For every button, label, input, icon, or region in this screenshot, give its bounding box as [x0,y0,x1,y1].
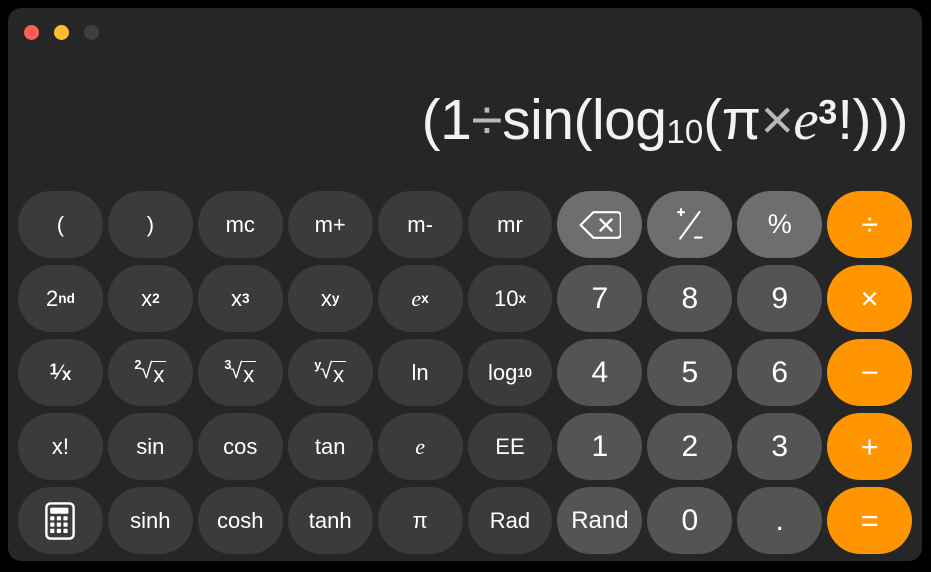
minimize-window-button[interactable] [54,25,69,40]
calculator-display[interactable]: (1÷sin(log10(π×e3!))) [8,54,922,188]
key-cosine[interactable]: cos [197,413,283,480]
key-x-to-the-y[interactable]: xy [287,265,373,332]
key-x-squared[interactable]: x2 [107,265,193,332]
key-multiply[interactable]: × [827,265,913,332]
key-pi[interactable]: π [377,487,463,554]
key-e-to-the-x[interactable]: ex [377,265,463,332]
key-log-base-10[interactable]: log 10 [467,339,553,406]
key-plus-minus[interactable] [647,191,733,258]
key-radians[interactable]: Rad [467,487,553,554]
keypad-row: sinh cosh tanh π Rad Rand 0. = [18,487,913,554]
delete-icon [579,210,621,240]
key-delete[interactable] [557,191,643,258]
key-reciprocal[interactable]: 1⁄x [18,339,103,406]
key-zero[interactable]: 0 [647,487,733,554]
key-decimal-point[interactable]: . [737,487,823,554]
display-expression: (1÷sin(log10(π×e3!))) [421,88,909,153]
key-six[interactable]: 6 [737,339,823,406]
key-factorial[interactable]: x! [18,413,103,480]
key-sine[interactable]: sin [107,413,193,480]
window-titlebar[interactable] [8,8,922,54]
key-memory-add[interactable]: m+ [287,191,373,258]
key-memory-recall[interactable]: mr [467,191,553,258]
keypad-row: 1⁄x 2 √ x 3 √ x y √ x ln log 10 4 5 6− [18,339,913,406]
key-seven[interactable]: 7 [557,265,643,332]
key-hyperbolic-sine[interactable]: sinh [107,487,193,554]
key-exponent-ee[interactable]: EE [467,413,553,480]
key-memory-clear[interactable]: mc [197,191,283,258]
key-ten-to-the-x[interactable]: 10 x [467,265,553,332]
key-memory-subtract[interactable]: m- [377,191,463,258]
key-percent[interactable]: % [737,191,823,258]
app-root: (1÷sin(log10(π×e3!))) () mc m+ m-mr% ÷ 2nd x 2 x… [0,0,931,572]
key-natural-log[interactable]: ln [377,339,463,406]
key-two[interactable]: 2 [647,413,733,480]
key-calculator-mode[interactable] [18,487,103,554]
close-window-button[interactable] [24,25,39,40]
key-x-cubed[interactable]: x3 [197,265,283,332]
key-subtract[interactable]: − [827,339,913,406]
keypad-row: 2nd x 2 x 3 x y e x 10 x 7 8 9 × [18,265,913,332]
zoom-window-button[interactable] [84,25,99,40]
key-second[interactable]: 2nd [18,265,103,332]
key-three[interactable]: 3 [737,413,823,480]
key-four[interactable]: 4 [557,339,643,406]
keypad-row: () mc m+ m-mr% ÷ [18,191,913,258]
key-divide[interactable]: ÷ [827,191,913,258]
key-equals[interactable]: = [827,487,913,554]
key-cube-root[interactable]: 3 √ x [197,339,283,406]
key-hyperbolic-tan[interactable]: tanh [287,487,373,554]
plus-minus-icon [675,207,705,242]
key-tangent[interactable]: tan [287,413,373,480]
key-random[interactable]: Rand [557,487,643,554]
key-nine[interactable]: 9 [737,265,823,332]
calculator-icon [45,501,76,540]
key-five[interactable]: 5 [647,339,733,406]
key-eight[interactable]: 8 [647,265,733,332]
key-euler-e[interactable]: e [377,413,463,480]
key-hyperbolic-cos[interactable]: cosh [197,487,283,554]
key-square-root[interactable]: 2 √ x [107,339,193,406]
calculator-window: (1÷sin(log10(π×e3!))) () mc m+ m-mr% ÷ 2nd x 2 x… [8,8,922,561]
key-add[interactable]: + [827,413,913,480]
key-close-paren[interactable]: ) [107,191,193,258]
calculator-keypad: () mc m+ m-mr% ÷ 2nd x 2 x 3 x y e x 10 x 7 8 9 × 1⁄x 2 √ x 3 √ x y… [18,191,913,556]
keypad-row: x! sin cos tan e EE 1 2 3 + [18,413,913,480]
key-open-paren[interactable]: ( [18,191,103,258]
key-one[interactable]: 1 [557,413,643,480]
key-y-root[interactable]: y √ x [287,339,373,406]
